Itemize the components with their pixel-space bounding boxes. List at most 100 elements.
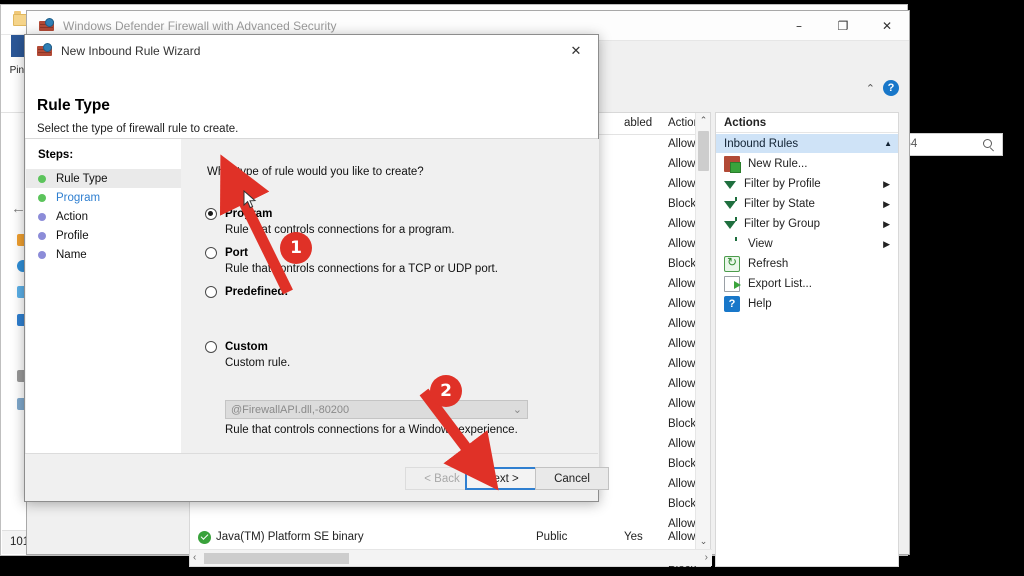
rule-action: Block xyxy=(668,258,697,270)
radio-dot-predefined[interactable] xyxy=(205,285,217,298)
firewall-minimize-button[interactable]: – xyxy=(777,11,821,41)
scroll-up-icon[interactable]: ⌃ xyxy=(696,113,711,128)
actions-pane-title: Actions xyxy=(716,113,898,133)
firewall-maximize-button[interactable]: ❐ xyxy=(821,11,865,41)
rule-action: Allow xyxy=(668,378,696,390)
step-label: Action xyxy=(56,210,88,223)
radio-label-predefined: Predefined: xyxy=(225,285,289,298)
action-item-new-rule[interactable]: New Rule... xyxy=(716,154,898,174)
refresh-icon xyxy=(724,255,740,272)
new-rule-icon xyxy=(724,156,741,173)
rule-action: Allow xyxy=(668,278,696,290)
rule-action: Allow xyxy=(668,238,696,250)
table-row[interactable]: Java(TM) Platform SE binary Public Yes A… xyxy=(190,528,697,548)
rules-vertical-scrollbar[interactable]: ⌃ ⌄ xyxy=(695,113,710,549)
steps-label: Steps: xyxy=(38,149,74,161)
action-item-label: Refresh xyxy=(748,258,789,270)
action-item-refresh[interactable]: Refresh xyxy=(716,254,898,274)
wizard-footer: < Back Next > Cancel xyxy=(25,453,609,501)
rule-profile: Public xyxy=(536,531,568,543)
rule-action: Block xyxy=(668,498,697,510)
radio-option-program[interactable]: Program Rule that controls connections f… xyxy=(205,205,585,236)
action-item-help[interactable]: ? Help xyxy=(716,294,898,314)
scroll-right-icon[interactable]: › xyxy=(705,552,708,563)
search-icon[interactable] xyxy=(983,139,996,152)
scroll-down-icon[interactable]: ⌄ xyxy=(696,534,711,549)
help-icon: ? xyxy=(724,296,740,312)
submenu-arrow-icon[interactable]: ▶ xyxy=(883,179,898,190)
rule-action: Block xyxy=(668,198,697,210)
chevron-up-icon[interactable]: ▲ xyxy=(884,139,892,148)
action-item-filter-by-profile[interactable]: Filter by Profile ▶ xyxy=(716,174,898,201)
no-icon xyxy=(724,236,740,252)
rule-action: Allow xyxy=(668,438,696,450)
wizard-title: New Inbound Rule Wizard xyxy=(61,44,201,58)
radio-dot-program[interactable] xyxy=(205,207,217,220)
step-label: Program xyxy=(56,191,101,204)
column-header-enabled[interactable]: abled xyxy=(624,117,652,129)
close-icon[interactable]: ✕ xyxy=(554,35,598,67)
actions-group-header[interactable]: Inbound Rules ▲ xyxy=(716,134,898,153)
rule-action: Block xyxy=(668,418,697,430)
wizard-step-name[interactable]: Name xyxy=(26,245,181,264)
step-label: Name xyxy=(56,248,87,261)
scrollbar-thumb[interactable] xyxy=(698,131,709,171)
radio-desc-program: Rule that controls connections for a pro… xyxy=(225,224,455,236)
chevron-down-icon[interactable]: ⌄ xyxy=(513,403,522,416)
submenu-arrow-icon[interactable]: ▶ xyxy=(883,199,898,210)
filter-funnel-icon xyxy=(724,181,737,201)
steps-list: Rule Type Program Action Profile Name xyxy=(26,169,181,264)
action-item-view[interactable]: View ▶ xyxy=(716,234,898,254)
radio-dot-custom[interactable] xyxy=(205,340,217,353)
radio-label-custom: Custom xyxy=(225,340,268,353)
radio-desc-custom: Custom rule. xyxy=(225,357,291,369)
radio-option-predefined[interactable]: Predefined: xyxy=(205,283,585,300)
radio-option-port[interactable]: Port Rule that controls connections for … xyxy=(205,244,585,275)
wizard-step-program[interactable]: Program xyxy=(26,188,181,207)
predefined-rule-dropdown[interactable]: @FirewallAPI.dll,-80200 ⌄ xyxy=(225,400,528,419)
annotation-badge-1: 1 xyxy=(280,232,312,264)
wizard-step-action[interactable]: Action xyxy=(26,207,181,226)
firewall-close-button[interactable]: ✕ xyxy=(865,11,909,41)
wizard-titlebar: New Inbound Rule Wizard ✕ xyxy=(25,35,598,67)
wizard-step-rule-type[interactable]: Rule Type xyxy=(26,169,181,188)
actions-menu-list: New Rule... Filter by Profile ▶ Filter by S… xyxy=(716,154,898,314)
radio-dot-port[interactable] xyxy=(205,246,217,259)
rule-enabled-icon xyxy=(198,531,211,544)
submenu-arrow-icon[interactable]: ▶ xyxy=(883,219,898,230)
cancel-button[interactable]: Cancel xyxy=(535,467,609,490)
filter-funnel-icon xyxy=(724,221,737,241)
rule-action: Allow xyxy=(668,398,696,410)
rule-action: Allow xyxy=(668,158,696,170)
chevron-up-icon[interactable]: ⌃ xyxy=(866,82,875,95)
page-subtitle: Select the type of firewall rule to crea… xyxy=(37,123,239,135)
filter-funnel-icon xyxy=(724,201,737,221)
new-inbound-rule-wizard-dialog: New Inbound Rule Wizard ✕ Rule Type Sele… xyxy=(24,34,609,502)
radio-desc-port: Rule that controls connections for a TCP… xyxy=(225,263,498,275)
radio-label-port: Port xyxy=(225,246,248,259)
hscrollbar-thumb[interactable] xyxy=(204,553,349,564)
step-bullet-icon xyxy=(38,212,46,221)
action-item-label: Help xyxy=(748,298,772,310)
help-icon[interactable]: ? xyxy=(883,80,899,96)
actions-pane: Actions Inbound Rules ▲ New Rule... Filte… xyxy=(715,112,899,567)
action-item-filter-by-group[interactable]: Filter by Group ▶ xyxy=(716,214,898,241)
rule-action: Allow xyxy=(668,138,696,150)
firewall-icon xyxy=(37,43,53,59)
submenu-arrow-icon[interactable]: ▶ xyxy=(883,239,898,250)
radio-option-custom[interactable]: Custom Custom rule. xyxy=(205,338,585,369)
action-item-export-list[interactable]: Export List... xyxy=(716,274,898,294)
step-label: Profile xyxy=(56,229,89,242)
wizard-step-profile[interactable]: Profile xyxy=(26,226,181,245)
rule-action: Allow xyxy=(668,218,696,230)
action-item-label: Filter by Profile xyxy=(744,178,821,190)
step-bullet-icon xyxy=(38,250,46,259)
firewall-icon xyxy=(39,18,55,34)
scroll-left-icon[interactable]: ‹ xyxy=(193,552,196,563)
action-item-filter-by-state[interactable]: Filter by State ▶ xyxy=(716,194,898,221)
rule-type-question: What type of rule would you like to crea… xyxy=(207,166,424,178)
rule-name: Java(TM) Platform SE binary xyxy=(216,531,364,543)
step-bullet-icon xyxy=(38,231,46,240)
next-button[interactable]: Next > xyxy=(465,467,539,490)
rules-horizontal-scrollbar[interactable]: ‹ › xyxy=(190,549,712,566)
